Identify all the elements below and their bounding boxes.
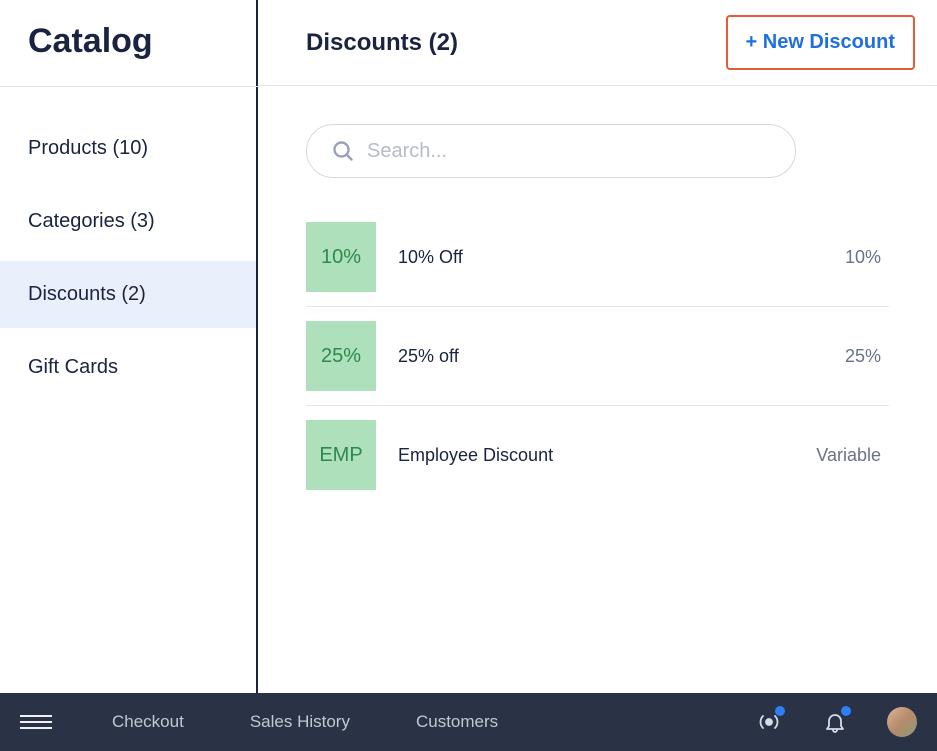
sidebar-item-products[interactable]: Products (10) xyxy=(0,115,256,182)
sidebar-item-giftcards[interactable]: Gift Cards xyxy=(0,334,256,401)
notification-dot xyxy=(775,706,785,716)
discount-name: 25% off xyxy=(398,346,823,367)
new-discount-button[interactable]: + New Discount xyxy=(746,31,895,54)
footer-link-customers[interactable]: Customers xyxy=(416,712,498,732)
search-input[interactable] xyxy=(367,140,771,163)
new-discount-highlight: + New Discount xyxy=(726,15,915,70)
list-item[interactable]: 10% 10% Off 10% xyxy=(306,208,889,307)
notification-dot xyxy=(841,706,851,716)
sidebar-title: Catalog xyxy=(0,0,256,89)
discount-value: Variable xyxy=(816,445,889,466)
content: Discounts (2) + New Discount 10% 10% xyxy=(258,0,937,693)
sidebar: Catalog Products (10) Categories (3) Dis… xyxy=(0,0,258,693)
footer-link-sales-history[interactable]: Sales History xyxy=(250,712,350,732)
discount-badge: EMP xyxy=(306,420,376,490)
footer-link-checkout[interactable]: Checkout xyxy=(112,712,184,732)
discount-badge: 25% xyxy=(306,321,376,391)
sidebar-item-discounts[interactable]: Discounts (2) xyxy=(0,261,256,328)
sidebar-item-categories[interactable]: Categories (3) xyxy=(0,188,256,255)
discount-value: 10% xyxy=(845,247,889,268)
discount-value: 25% xyxy=(845,346,889,367)
discount-badge: 10% xyxy=(306,222,376,292)
search-field[interactable] xyxy=(306,124,796,178)
bell-icon[interactable] xyxy=(821,708,849,736)
discount-name: 10% Off xyxy=(398,247,823,268)
menu-icon[interactable] xyxy=(20,715,52,729)
list-item[interactable]: EMP Employee Discount Variable xyxy=(306,406,889,504)
avatar[interactable] xyxy=(887,707,917,737)
list-item[interactable]: 25% 25% off 25% xyxy=(306,307,889,406)
page-title: Discounts (2) xyxy=(306,29,458,57)
divider xyxy=(0,86,258,87)
search-icon xyxy=(331,139,355,163)
discount-name: Employee Discount xyxy=(398,445,794,466)
content-header: Discounts (2) + New Discount xyxy=(258,0,937,86)
broadcast-icon[interactable] xyxy=(755,708,783,736)
discount-list: 10% 10% Off 10% 25% 25% off 25% EMP Empl… xyxy=(258,200,937,504)
footer: Checkout Sales History Customers xyxy=(0,693,937,751)
